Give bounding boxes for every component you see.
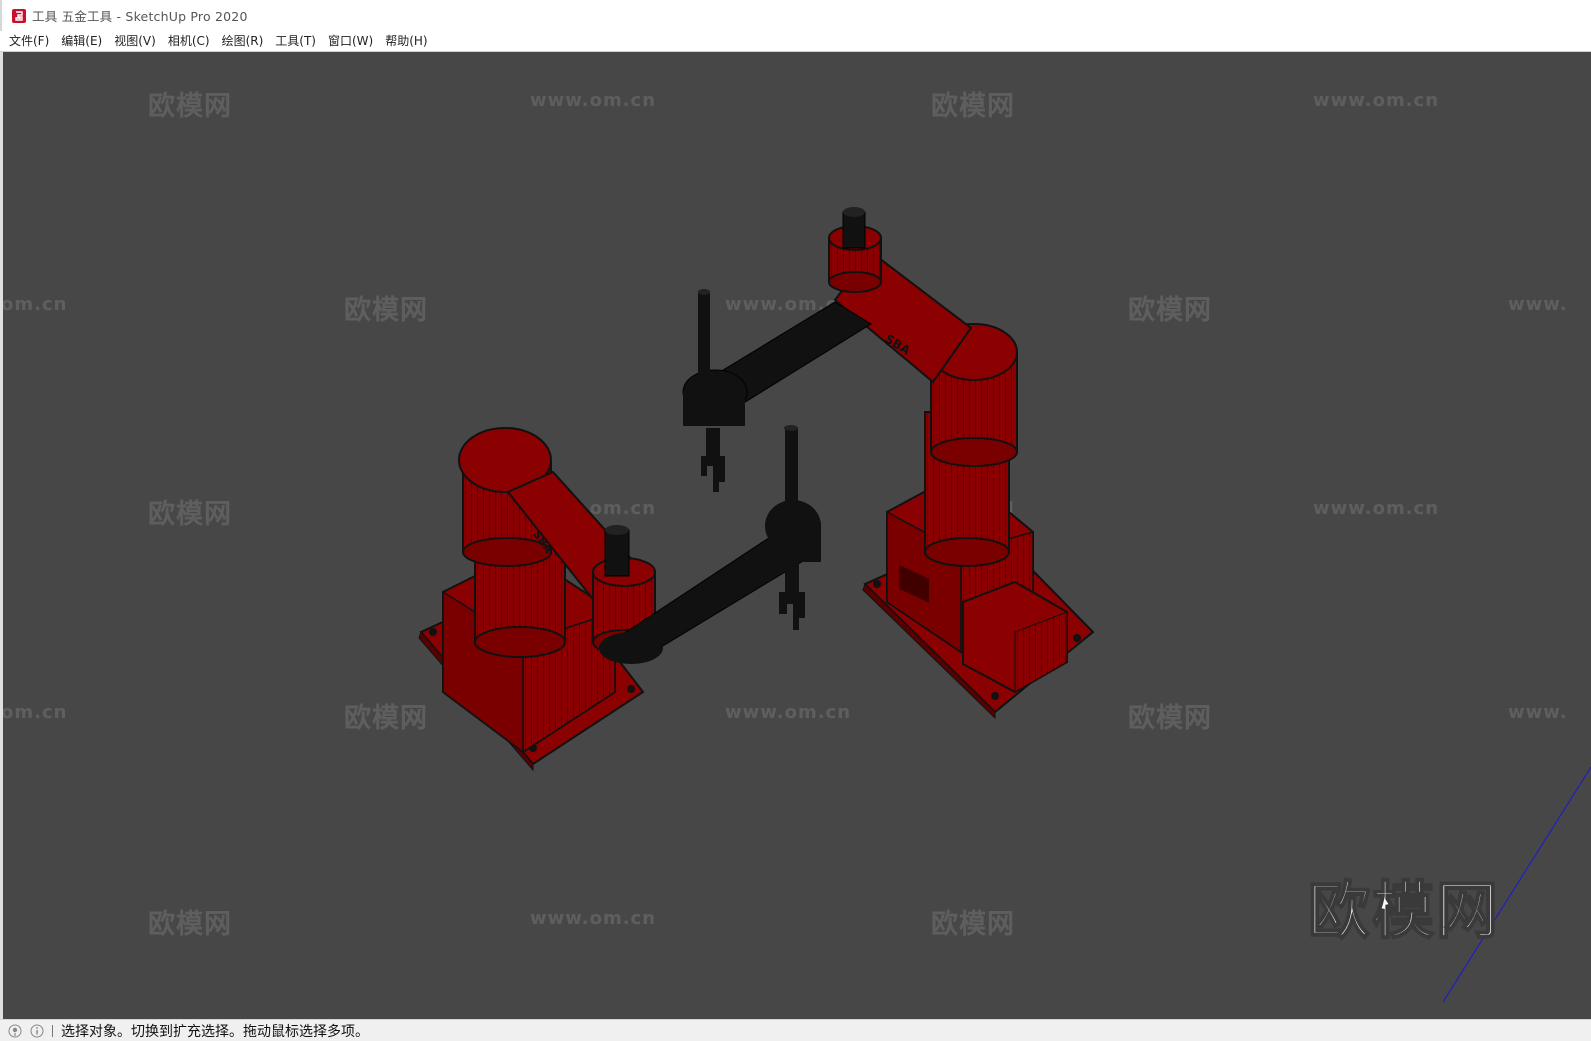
status-separator bbox=[52, 1024, 53, 1037]
window-title: 工具 五金工具 - SketchUp Pro 2020 bbox=[32, 9, 248, 24]
robot-right[interactable]: SBA bbox=[682, 207, 1095, 720]
menu-bar: 文件(F) 编辑(E) 视图(V) 相机(C) 绘图(R) 工具(T) 窗口(W… bbox=[0, 31, 1591, 52]
menu-draw[interactable]: 绘图(R) bbox=[216, 31, 270, 52]
info-icon[interactable] bbox=[30, 1024, 44, 1038]
title-bar: 工具 五金工具 - SketchUp Pro 2020 bbox=[0, 0, 1591, 31]
status-bar: 选择对象。切换到扩充选择。拖动鼠标选择多项。 bbox=[0, 1019, 1591, 1041]
modeling-viewport[interactable]: 欧模网 www.om.cn 欧模网 www.om.cn om.cn 欧模网 ww… bbox=[0, 52, 1591, 1019]
menu-camera[interactable]: 相机(C) bbox=[162, 31, 216, 52]
menu-window[interactable]: 窗口(W) bbox=[322, 31, 379, 52]
robot-left[interactable]: SBA bbox=[418, 425, 821, 772]
status-text: 选择对象。切换到扩充选择。拖动鼠标选择多项。 bbox=[61, 1023, 369, 1040]
menu-view[interactable]: 视图(V) bbox=[108, 31, 162, 52]
sketchup-logo-icon bbox=[12, 8, 26, 23]
menu-edit[interactable]: 编辑(E) bbox=[55, 31, 108, 52]
menu-file[interactable]: 文件(F) bbox=[3, 31, 55, 52]
brand-logo: 欧模网 bbox=[1307, 873, 1501, 948]
geo-location-icon[interactable] bbox=[8, 1024, 22, 1038]
menu-help[interactable]: 帮助(H) bbox=[379, 31, 433, 52]
menu-tools[interactable]: 工具(T) bbox=[269, 31, 322, 52]
